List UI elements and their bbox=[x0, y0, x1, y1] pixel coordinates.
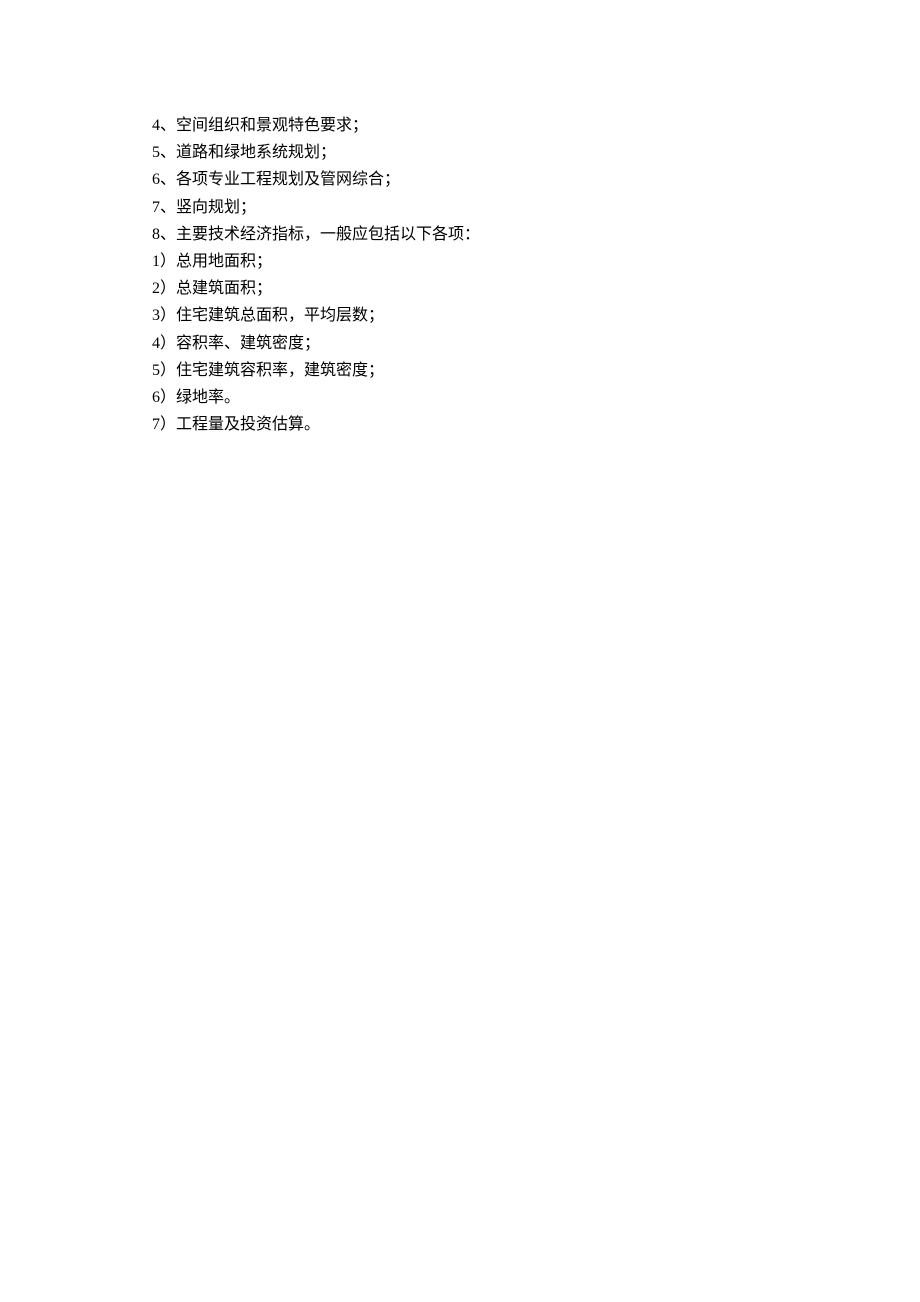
list-item: 5、道路和绿地系统规划； bbox=[152, 139, 920, 166]
list-item: 4、空间组织和景观特色要求； bbox=[152, 112, 920, 139]
list-item: 7）工程量及投资估算。 bbox=[152, 411, 920, 438]
list-item: 7、竖向规划； bbox=[152, 194, 920, 221]
document-body: 4、空间组织和景观特色要求； 5、道路和绿地系统规划； 6、各项专业工程规划及管… bbox=[0, 0, 920, 438]
list-item: 4）容积率、建筑密度； bbox=[152, 330, 920, 357]
list-item: 1）总用地面积； bbox=[152, 248, 920, 275]
list-item: 6）绿地率。 bbox=[152, 384, 920, 411]
list-item: 6、各项专业工程规划及管网综合； bbox=[152, 166, 920, 193]
list-item: 5）住宅建筑容积率，建筑密度； bbox=[152, 357, 920, 384]
list-item: 2）总建筑面积； bbox=[152, 275, 920, 302]
list-item: 3）住宅建筑总面积，平均层数； bbox=[152, 302, 920, 329]
list-item: 8、主要技术经济指标，一般应包括以下各项： bbox=[152, 221, 920, 248]
